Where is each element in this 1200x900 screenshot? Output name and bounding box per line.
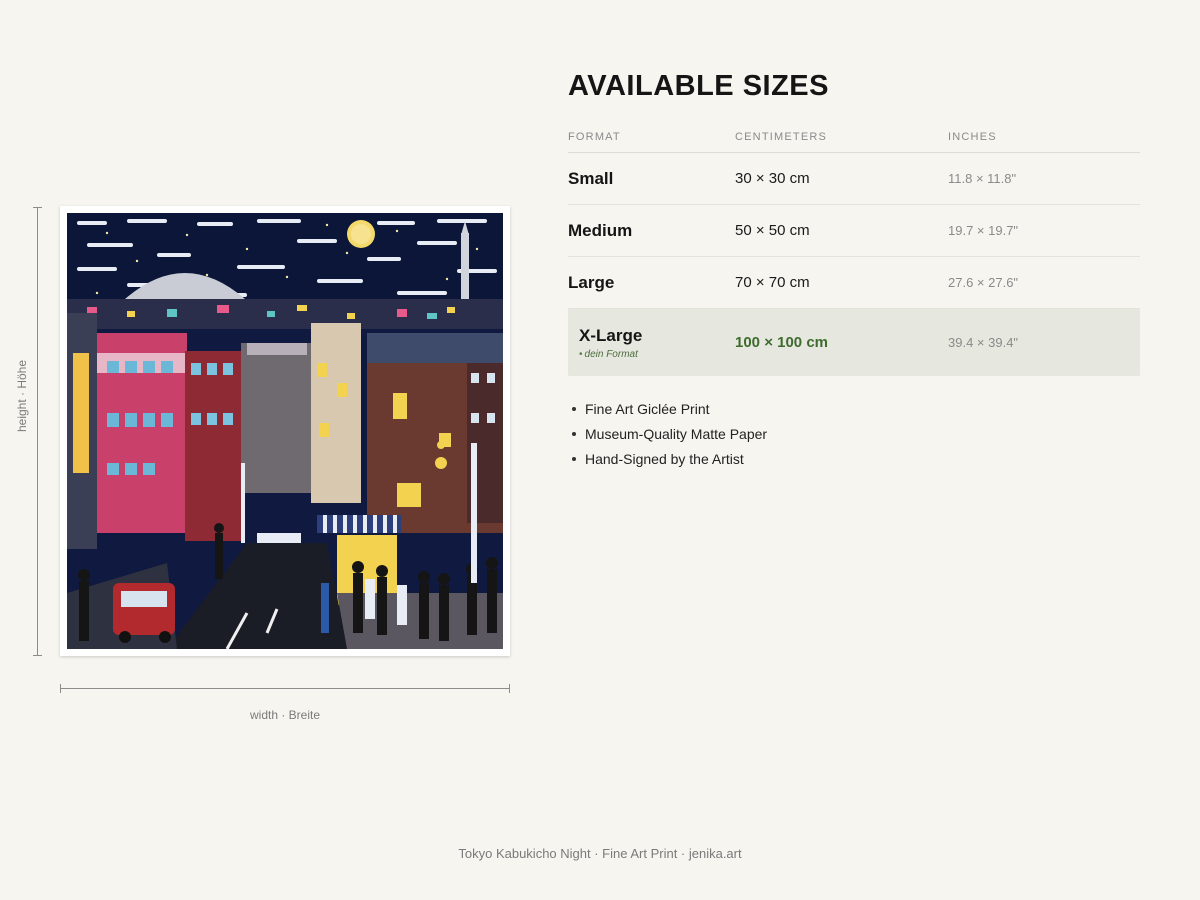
- feature-item: Museum-Quality Matte Paper: [568, 423, 767, 448]
- artwork-frame: [60, 206, 510, 656]
- height-label: height · Höhe: [15, 359, 29, 433]
- size-cm: 70 × 70 cm: [735, 274, 810, 291]
- size-inches: 39.4 × 39.4": [948, 335, 1019, 350]
- bullet-dot-icon: •: [579, 348, 583, 360]
- size-format: X-Large: [579, 325, 643, 345]
- size-format-cell: X-Large • dein Format: [568, 326, 735, 360]
- selected-format-note: • dein Format: [579, 349, 735, 360]
- sizes-table-header: FORMAT CENTIMETERS INCHES: [568, 122, 1140, 153]
- feature-list: Fine Art Giclée Print Museum-Quality Mat…: [568, 398, 767, 473]
- size-row-x-large-selected[interactable]: X-Large • dein Format 100 × 100 cm 39.4 ×…: [568, 309, 1140, 376]
- size-inches: 19.7 × 19.7": [948, 223, 1019, 238]
- footer-credit: Tokyo Kabukicho Night · Fine Art Print ·…: [458, 846, 742, 861]
- size-row-medium[interactable]: Medium 50 × 50 cm 19.7 × 19.7": [568, 205, 1140, 257]
- size-format: Large: [568, 272, 615, 292]
- feature-item: Fine Art Giclée Print: [568, 398, 767, 423]
- size-cm: 100 × 100 cm: [735, 334, 828, 351]
- header-inches: INCHES: [948, 131, 997, 143]
- width-label: width · Breite: [249, 708, 321, 722]
- size-row-large[interactable]: Large 70 × 70 cm 27.6 × 27.6": [568, 257, 1140, 309]
- size-format: Medium: [568, 220, 633, 240]
- size-format: Small: [568, 168, 614, 188]
- size-cm: 50 × 50 cm: [735, 222, 810, 239]
- size-inches: 27.6 × 27.6": [948, 275, 1019, 290]
- sizes-table: FORMAT CENTIMETERS INCHES Small 30 × 30 …: [568, 122, 1140, 376]
- height-dimension-line: [33, 207, 42, 656]
- artwork-image: [67, 213, 503, 649]
- product-sizes-page: height · Höhe width · Breite AVAILABLE S…: [0, 0, 1200, 900]
- size-cm: 30 × 30 cm: [735, 170, 810, 187]
- size-row-small[interactable]: Small 30 × 30 cm 11.8 × 11.8": [568, 153, 1140, 205]
- selected-format-note-text: dein Format: [584, 348, 638, 360]
- feature-item: Hand-Signed by the Artist: [568, 448, 767, 473]
- size-inches: 11.8 × 11.8": [948, 171, 1017, 186]
- sizes-title: AVAILABLE SIZES: [568, 70, 829, 102]
- width-dimension-line: [60, 684, 510, 693]
- header-format: FORMAT: [568, 131, 621, 143]
- header-centimeters: CENTIMETERS: [735, 131, 828, 143]
